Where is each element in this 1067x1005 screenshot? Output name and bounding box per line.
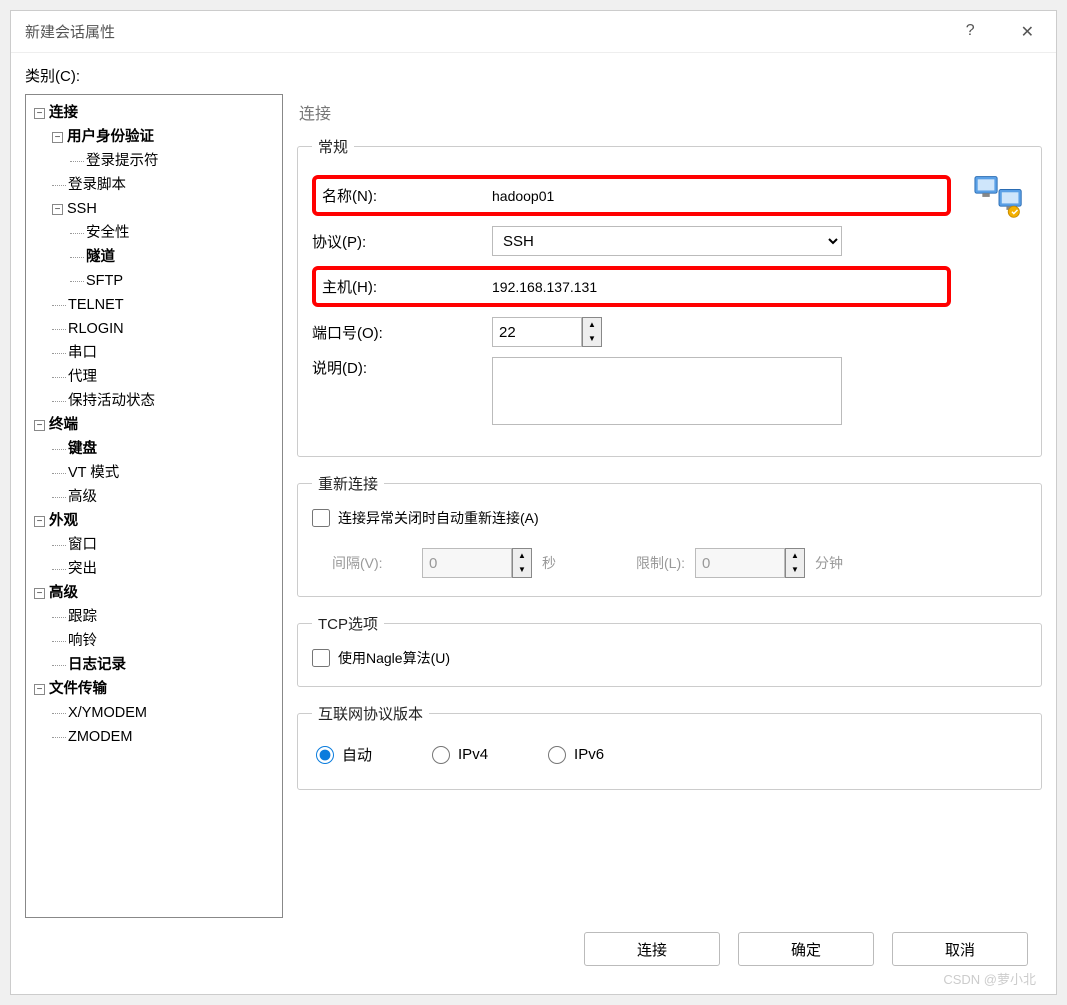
general-group: 常规 名称(N): hadoop01 协议(P): SSH (297, 136, 1042, 457)
tree-advanced-terminal[interactable]: 高级 (68, 489, 97, 505)
sec-label: 秒 (542, 553, 556, 573)
name-row: 名称(N): hadoop01 (312, 175, 951, 216)
reconnect-group: 重新连接 连接异常关闭时自动重新连接(A) 间隔(V): ▲▼ 秒 限制(L (297, 473, 1042, 597)
tree-bell[interactable]: 响铃 (68, 633, 97, 649)
titlebar: 新建会话属性 ? ✕ (11, 11, 1056, 53)
ipv6-label: IPv6 (574, 746, 604, 763)
interval-label: 间隔(V): (332, 553, 412, 573)
limit-input[interactable] (695, 548, 785, 578)
host-row: 主机(H): 192.168.137.131 (312, 266, 951, 307)
ipv4-label: IPv4 (458, 746, 488, 763)
limit-label: 限制(L): (636, 553, 685, 573)
collapse-icon[interactable]: − (52, 204, 63, 215)
watermark: CSDN @萝小北 (943, 969, 1036, 988)
tree-user-auth[interactable]: 用户身份验证 (67, 129, 154, 145)
tree-login-prompt[interactable]: 登录提示符 (86, 153, 159, 169)
nagle-label: 使用Nagle算法(U) (338, 648, 450, 668)
reconnect-legend: 重新连接 (312, 473, 384, 494)
category-label: 类别(C): (25, 65, 1042, 86)
tcp-group: TCP选项 使用Nagle算法(U) (297, 613, 1042, 687)
tree-vtmode[interactable]: VT 模式 (68, 465, 119, 481)
general-legend: 常规 (312, 136, 354, 157)
tree-proxy[interactable]: 代理 (68, 369, 97, 385)
tree-ssh[interactable]: SSH (67, 201, 97, 217)
ipv4-radio[interactable] (432, 746, 450, 764)
collapse-icon[interactable]: − (34, 684, 45, 695)
tree-xymodem[interactable]: X/YMODEM (68, 705, 147, 721)
tree-window[interactable]: 窗口 (68, 537, 97, 553)
interval-down-button[interactable]: ▼ (513, 563, 531, 577)
tree-keepalive[interactable]: 保持活动状态 (68, 393, 155, 409)
collapse-icon[interactable]: − (34, 516, 45, 527)
host-label: 主机(H): (322, 276, 492, 297)
panel-title: 连接 (297, 94, 1042, 136)
tree-advanced[interactable]: 高级 (49, 585, 78, 601)
tcp-legend: TCP选项 (312, 613, 384, 634)
tree-telnet[interactable]: TELNET (68, 297, 124, 313)
interval-up-button[interactable]: ▲ (513, 549, 531, 563)
tree-rlogin[interactable]: RLOGIN (68, 321, 124, 337)
host-value[interactable]: 192.168.137.131 (492, 279, 941, 295)
ipver-legend: 互联网协议版本 (312, 703, 429, 724)
desc-textarea[interactable] (492, 357, 842, 425)
button-bar: 连接 确定 取消 (25, 918, 1042, 982)
auto-reconnect-checkbox[interactable] (312, 509, 330, 527)
collapse-icon[interactable]: − (34, 108, 45, 119)
limit-down-button[interactable]: ▼ (786, 563, 804, 577)
ipver-group: 互联网协议版本 自动 IPv4 IPv6 (297, 703, 1042, 790)
tree-file-transfer[interactable]: 文件传输 (49, 681, 107, 697)
name-value[interactable]: hadoop01 (492, 188, 941, 204)
tree-terminal[interactable]: 终端 (49, 417, 78, 433)
collapse-icon[interactable]: − (34, 420, 45, 431)
tree-serial[interactable]: 串口 (68, 345, 97, 361)
collapse-icon[interactable]: − (34, 588, 45, 599)
port-label: 端口号(O): (312, 322, 492, 343)
name-label: 名称(N): (322, 185, 492, 206)
tree-sftp[interactable]: SFTP (86, 273, 123, 289)
tree-keyboard[interactable]: 键盘 (68, 441, 97, 457)
ipv6-radio[interactable] (548, 746, 566, 764)
ip-auto-radio[interactable] (316, 746, 334, 764)
port-down-button[interactable]: ▼ (583, 332, 601, 346)
main-panel: 连接 常规 名称(N): hadoop01 协议(P): SSH (297, 94, 1042, 918)
cancel-button[interactable]: 取消 (892, 932, 1028, 966)
close-icon[interactable]: ✕ (1013, 18, 1042, 46)
titlebar-controls: ? ✕ (958, 18, 1042, 46)
content: 类别(C): −连接 −用户身份验证 登录提示符 登录脚本 −SSH 安全性 隧… (11, 53, 1056, 994)
tree-highlight[interactable]: 突出 (68, 561, 97, 577)
tree-connection[interactable]: 连接 (49, 105, 78, 121)
interval-input[interactable] (422, 548, 512, 578)
nagle-checkbox[interactable] (312, 649, 330, 667)
tree-trace[interactable]: 跟踪 (68, 609, 97, 625)
ok-button[interactable]: 确定 (738, 932, 874, 966)
category-tree[interactable]: −连接 −用户身份验证 登录提示符 登录脚本 −SSH 安全性 隧道 SFTP … (25, 94, 283, 918)
collapse-icon[interactable]: − (52, 132, 63, 143)
port-up-button[interactable]: ▲ (583, 318, 601, 332)
limit-up-button[interactable]: ▲ (786, 549, 804, 563)
protocol-label: 协议(P): (312, 231, 492, 252)
tree-logging[interactable]: 日志记录 (68, 657, 126, 673)
desc-label: 说明(D): (312, 357, 492, 378)
window-title: 新建会话属性 (25, 21, 958, 42)
dialog: 新建会话属性 ? ✕ 类别(C): −连接 −用户身份验证 登录提示符 登录脚本… (10, 10, 1057, 995)
connection-icon (971, 171, 1027, 221)
tree-security[interactable]: 安全性 (86, 225, 130, 241)
tree-zmodem[interactable]: ZMODEM (68, 729, 132, 745)
tree-appearance[interactable]: 外观 (49, 513, 78, 529)
tree-login-script[interactable]: 登录脚本 (68, 177, 126, 193)
connect-button[interactable]: 连接 (584, 932, 720, 966)
min-label: 分钟 (815, 553, 843, 573)
port-input[interactable] (492, 317, 582, 347)
protocol-select[interactable]: SSH (492, 226, 842, 256)
auto-reconnect-label: 连接异常关闭时自动重新连接(A) (338, 508, 539, 528)
tree-tunnel[interactable]: 隧道 (86, 249, 115, 265)
ip-auto-label: 自动 (342, 744, 372, 765)
help-icon[interactable]: ? (958, 18, 983, 46)
